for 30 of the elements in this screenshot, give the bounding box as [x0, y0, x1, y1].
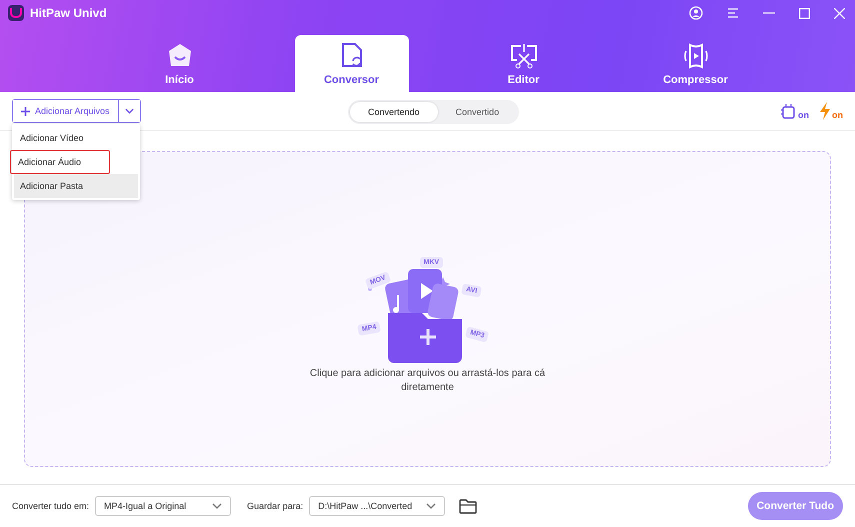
- menu-icon[interactable]: [727, 7, 739, 19]
- window-title: HitPaw Univd: [30, 6, 107, 20]
- minimize-icon[interactable]: [763, 12, 775, 14]
- caret-icon: [124, 108, 134, 114]
- nav-tab[interactable]: Editor: [466, 35, 580, 92]
- dropdown-toggle-button[interactable]: [118, 100, 140, 122]
- caret-icon: [426, 503, 436, 509]
- format-select[interactable]: MP4-Igual a Original: [95, 496, 232, 516]
- drop-hint: Clique para adicionar arquivos ou arrastá-los para cá diretamente: [308, 367, 546, 395]
- menu-item[interactable]: Adicionar Vídeo: [14, 126, 138, 150]
- maximize-icon[interactable]: [799, 8, 810, 18]
- menu-item[interactable]: Adicionar Pasta: [14, 174, 138, 198]
- compress-icon: [682, 42, 710, 70]
- app-logo-icon: [8, 5, 24, 21]
- account-icon[interactable]: [689, 6, 703, 20]
- save-path-select[interactable]: D:\HitPaw ...\Converted: [309, 496, 446, 516]
- format-label: Converter tudo em:: [12, 501, 90, 511]
- scissors-screen-icon: [510, 42, 538, 70]
- nav-tab[interactable]: Compressor: [638, 35, 752, 92]
- segment-tab[interactable]: Convertendo: [350, 102, 438, 122]
- caret-icon: [212, 503, 222, 509]
- nav-tab[interactable]: Início: [122, 35, 236, 92]
- menu-item[interactable]: Adicionar Áudio: [10, 150, 110, 174]
- segment-tab[interactable]: Convertido: [438, 102, 518, 122]
- save-label: Guardar para:: [247, 501, 304, 511]
- plus-icon: [21, 106, 30, 116]
- close-icon[interactable]: [834, 8, 845, 18]
- hardware-acceleration-toggle[interactable]: on: [781, 102, 809, 120]
- folder-icon[interactable]: [459, 498, 478, 514]
- nav-tab[interactable]: Conversor: [294, 35, 408, 92]
